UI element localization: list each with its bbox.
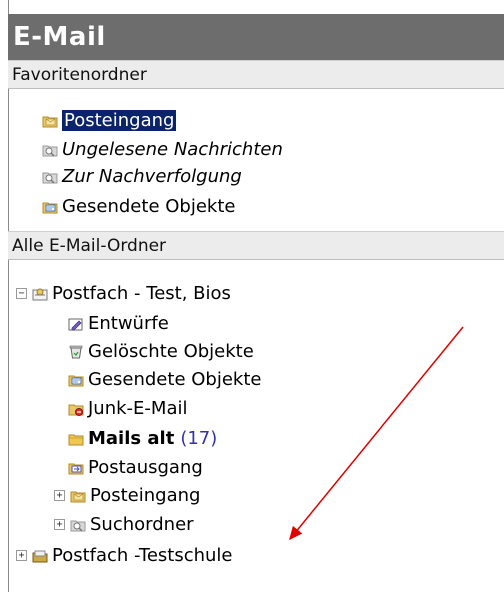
expand-toggle[interactable]: + (54, 490, 65, 501)
folder-label: Entwürfe (88, 313, 169, 334)
outbox-folder-icon (68, 461, 84, 475)
favorite-item-ungelesene[interactable]: Ungelesene Nachrichten (42, 136, 283, 163)
junk-folder-icon (68, 402, 84, 416)
expand-toggle[interactable]: + (54, 519, 65, 530)
favorite-item-label: Posteingang (60, 109, 178, 132)
search-folder-icon (70, 518, 86, 532)
folder-label: Junk-E-Mail (88, 398, 188, 419)
favorite-item-gesendete[interactable]: Gesendete Objekte (42, 193, 235, 220)
mailbox-icon (32, 287, 48, 301)
search-folder-icon (42, 143, 58, 157)
folder-label: Posteingang (90, 485, 201, 506)
pane-title: E-Mail (8, 14, 504, 60)
folder-icon (68, 432, 84, 446)
folder-junk[interactable]: Junk-E-Mail (68, 395, 187, 422)
all-folders-header[interactable]: Alle E-Mail-Ordner (8, 231, 504, 260)
unread-count: (17) (180, 428, 218, 449)
folder-label: Gelöschte Objekte (88, 341, 254, 362)
deleted-items-folder-icon (68, 345, 84, 359)
folder-posteingang[interactable]: + Posteingang (54, 482, 200, 509)
folder-mails-alt[interactable]: Mails alt (17) (68, 425, 217, 452)
search-folder-icon (42, 170, 58, 184)
mailbox-label: Postfach -Testschule (52, 545, 233, 566)
sent-items-folder-icon (42, 200, 58, 214)
folder-entwuerfe[interactable]: Entwürfe (68, 310, 169, 337)
mailbox-icon (32, 549, 48, 563)
collapse-toggle[interactable]: − (16, 288, 27, 299)
favorites-header[interactable]: Favoritenordner (8, 60, 504, 89)
favorite-item-nachverfolgung[interactable]: Zur Nachverfolgung (42, 163, 242, 190)
folder-label: Mails alt (88, 428, 175, 449)
expand-toggle[interactable]: + (16, 550, 27, 561)
folder-geloeschte[interactable]: Gelöschte Objekte (68, 338, 254, 365)
mailbox-testschule[interactable]: + Postfach -Testschule (16, 542, 233, 569)
favorite-item-label: Zur Nachverfolgung (62, 166, 242, 187)
favorite-item-label: Gesendete Objekte (62, 196, 236, 217)
folder-postausgang[interactable]: Postausgang (68, 454, 203, 481)
sent-items-folder-icon (68, 373, 84, 387)
inbox-folder-icon (70, 489, 86, 503)
folder-label: Gesendete Objekte (88, 369, 262, 390)
folder-suchordner[interactable]: + Suchordner (54, 511, 194, 538)
favorite-item-label: Ungelesene Nachrichten (62, 139, 283, 160)
folder-gesendete[interactable]: Gesendete Objekte (68, 366, 261, 393)
folder-label: Suchordner (90, 514, 194, 535)
mailbox-test-bios[interactable]: − Postfach - Test, Bios (16, 280, 231, 307)
mailbox-label: Postfach - Test, Bios (52, 283, 231, 304)
drafts-folder-icon (68, 317, 84, 331)
inbox-folder-icon (42, 114, 58, 128)
favorite-item-posteingang[interactable]: Posteingang (42, 107, 178, 134)
folder-label: Postausgang (88, 457, 203, 478)
